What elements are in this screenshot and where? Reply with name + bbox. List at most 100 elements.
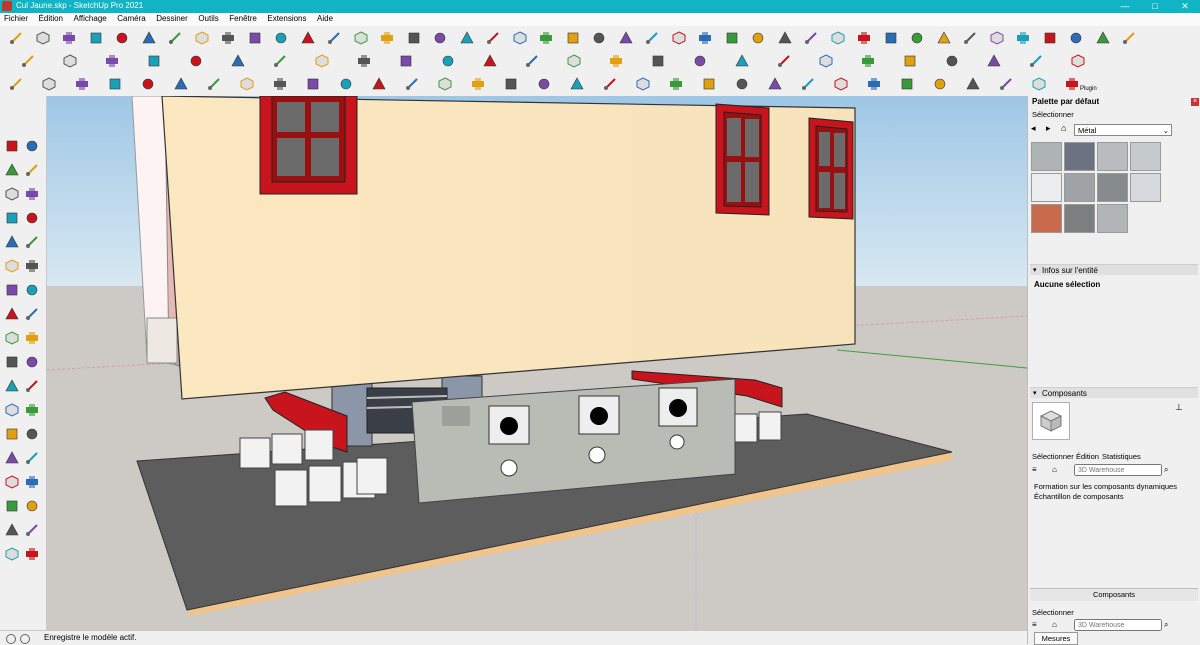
measurements-box[interactable]: Mesures — [1034, 632, 1078, 645]
menu-aide[interactable]: Aide — [313, 13, 337, 23]
grid-icon[interactable] — [734, 76, 750, 92]
select-icon[interactable] — [4, 138, 20, 154]
components-tab-select[interactable]: Sélectionner — [1032, 452, 1074, 461]
pan-icon[interactable] — [671, 30, 687, 46]
hatch-icon[interactable] — [305, 76, 321, 92]
rotate-icon[interactable] — [4, 330, 20, 346]
hatch-icon[interactable] — [899, 76, 915, 92]
hidden-line-icon[interactable] — [1042, 30, 1058, 46]
menu-affichage[interactable]: Affichage — [70, 13, 111, 23]
save-icon[interactable] — [61, 30, 77, 46]
grid-icon[interactable] — [437, 76, 453, 92]
orbit-icon[interactable] — [4, 450, 20, 466]
zoom-extents-icon[interactable] — [4, 498, 20, 514]
zoom-icon[interactable] — [697, 30, 713, 46]
back-view-icon[interactable] — [936, 30, 952, 46]
scale-icon[interactable] — [4, 354, 20, 370]
grid-icon[interactable] — [107, 76, 123, 92]
look-around-icon[interactable] — [24, 522, 40, 538]
wall-icon[interactable] — [635, 76, 651, 92]
circle-icon[interactable] — [4, 234, 20, 250]
cube-icon[interactable] — [503, 76, 519, 92]
text-icon[interactable] — [24, 402, 40, 418]
slab-icon[interactable] — [569, 76, 585, 92]
erase-icon[interactable] — [167, 30, 183, 46]
eraser-icon[interactable] — [353, 30, 369, 46]
stamp-icon[interactable] — [944, 53, 960, 69]
push-pull-icon[interactable] — [485, 30, 501, 46]
layers-icon[interactable] — [602, 76, 618, 92]
arc-icon[interactable] — [406, 30, 422, 46]
components-header[interactable]: ▾ Composants — [1030, 387, 1198, 398]
material-swatch[interactable] — [1031, 173, 1062, 202]
arc-icon[interactable] — [4, 258, 20, 274]
bottom-select-tab[interactable]: Sélectionner — [1032, 608, 1074, 617]
material-swatch[interactable] — [1097, 173, 1128, 202]
maximize-button[interactable]: □ — [1140, 0, 1170, 13]
component-link-sample[interactable]: Échantillon de composants — [1034, 492, 1124, 501]
cube-icon[interactable] — [482, 53, 498, 69]
beam-icon[interactable] — [239, 76, 255, 92]
tray-close-icon[interactable]: × — [1191, 98, 1199, 106]
cube-icon[interactable] — [1031, 76, 1047, 92]
previous-view-icon[interactable] — [24, 498, 40, 514]
dimension-icon[interactable] — [24, 378, 40, 394]
material-swatch[interactable] — [1097, 142, 1128, 171]
paint-icon[interactable] — [272, 53, 288, 69]
components-tab-edit[interactable]: Édition — [1076, 452, 1099, 461]
menu-fenetre[interactable]: Fenêtre — [225, 13, 261, 23]
menu-camera[interactable]: Caméra — [113, 13, 149, 23]
grid-icon[interactable] — [440, 53, 456, 69]
heart-icon[interactable] — [62, 53, 78, 69]
polygon-icon[interactable] — [24, 234, 40, 250]
component-link-dynamic[interactable]: Formation sur les composants dynamiques — [1034, 482, 1177, 491]
pin-icon[interactable] — [692, 53, 708, 69]
pan-icon[interactable] — [24, 450, 40, 466]
minimize-button[interactable]: — — [1110, 0, 1140, 13]
tape-icon[interactable] — [565, 30, 581, 46]
share-icon[interactable] — [777, 30, 793, 46]
menu-extensions[interactable]: Extensions — [263, 13, 310, 23]
fence-icon[interactable] — [140, 76, 156, 92]
search-icon[interactable]: ⌕ — [1164, 465, 1174, 475]
stairs-icon[interactable] — [965, 76, 981, 92]
pencil-icon[interactable] — [314, 53, 330, 69]
sphere-icon[interactable] — [230, 53, 246, 69]
offset-icon[interactable] — [24, 354, 40, 370]
select-icon[interactable] — [326, 30, 342, 46]
follow-me-icon[interactable] — [24, 330, 40, 346]
close-button[interactable]: ✕ — [1170, 0, 1200, 13]
paint-icon[interactable] — [432, 30, 448, 46]
monochrome-icon[interactable] — [1121, 30, 1137, 46]
recycle-icon[interactable] — [104, 53, 120, 69]
section-display-icon[interactable] — [24, 546, 40, 562]
plugin-icon[interactable] — [1064, 76, 1080, 92]
text-icon[interactable] — [591, 30, 607, 46]
walk-icon[interactable] — [4, 522, 20, 538]
print-icon[interactable] — [247, 30, 263, 46]
cube-icon[interactable] — [833, 76, 849, 92]
left-view-icon[interactable] — [962, 30, 978, 46]
home-icon[interactable]: ⌂ — [1061, 123, 1071, 133]
shield-icon[interactable] — [20, 53, 36, 69]
sector-icon[interactable] — [24, 282, 40, 298]
butterfly-icon[interactable] — [146, 53, 162, 69]
component-icon[interactable] — [750, 30, 766, 46]
material-swatch[interactable] — [1064, 142, 1095, 171]
stairs-icon[interactable] — [173, 76, 189, 92]
component-icon[interactable] — [24, 138, 40, 154]
pie-icon[interactable] — [24, 258, 40, 274]
line-icon[interactable] — [356, 53, 372, 69]
copy-icon[interactable] — [114, 30, 130, 46]
wand-icon[interactable] — [734, 53, 750, 69]
push-pull-icon[interactable] — [24, 306, 40, 322]
section-icon[interactable] — [4, 546, 20, 562]
model-info-icon[interactable] — [273, 30, 289, 46]
eraser-icon[interactable] — [24, 162, 40, 178]
pipe-icon[interactable] — [650, 53, 666, 69]
bottom-search-input[interactable] — [1074, 619, 1162, 631]
profile-icon[interactable] — [803, 30, 819, 46]
shape-icon[interactable] — [470, 76, 486, 92]
right-view-icon[interactable] — [909, 30, 925, 46]
zoom-window-icon[interactable] — [24, 474, 40, 490]
